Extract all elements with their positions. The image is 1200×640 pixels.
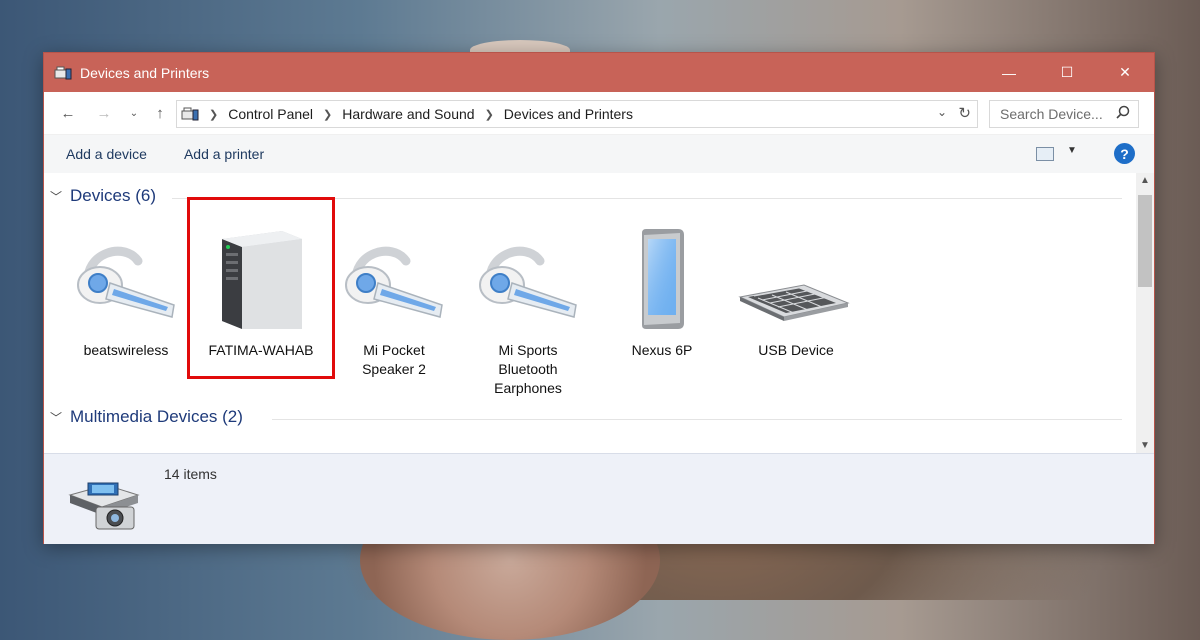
breadcrumb[interactable]: ❯ Control Panel ❯ Hardware and Sound ❯ D… xyxy=(176,100,978,128)
keyboard-icon[interactable] xyxy=(738,281,850,326)
headset-icon[interactable] xyxy=(476,233,580,328)
device-label: beatswireless xyxy=(83,342,169,358)
group-header-devices[interactable]: ﹀ Devices (6) xyxy=(50,186,156,206)
device-label-line3: Earphones xyxy=(494,380,562,396)
device-mi-sports-bluetooth-earphones[interactable]: Mi Sports Bluetooth Earphones xyxy=(468,341,588,398)
highlight-box xyxy=(187,197,335,379)
breadcrumb-separator-icon[interactable]: ❯ xyxy=(323,108,332,121)
search-icon xyxy=(1116,105,1130,122)
device-list-area: ﹀ Devices (6) beatswireless FATIMA-WAHAB… xyxy=(44,173,1136,453)
breadcrumb-control-panel[interactable]: Control Panel xyxy=(228,106,313,122)
maximize-button[interactable]: ☐ xyxy=(1038,53,1096,92)
vertical-scrollbar[interactable]: ▲ ▼ xyxy=(1136,173,1154,453)
command-bar: Add a device Add a printer ▼ ? xyxy=(44,135,1154,173)
phone-icon[interactable] xyxy=(638,227,688,336)
group-divider xyxy=(272,419,1122,420)
device-label-line1: Mi Sports xyxy=(498,342,558,358)
group-title: Multimedia Devices (2) xyxy=(70,407,243,426)
collapse-chevron-icon[interactable]: ﹀ xyxy=(50,188,62,205)
scroll-down-icon[interactable]: ▼ xyxy=(1140,440,1150,451)
add-device-button[interactable]: Add a device xyxy=(66,146,147,162)
change-view-icon[interactable] xyxy=(1036,147,1054,161)
search-placeholder: Search Device... xyxy=(1000,106,1103,122)
forward-arrow-icon[interactable]: → xyxy=(92,101,116,125)
address-bar: ← → ⌄ ↑ ❯ Control Panel ❯ Hardware and S… xyxy=(44,92,1154,135)
device-label: USB Device xyxy=(758,342,834,358)
device-mi-pocket-speaker-2[interactable]: Mi Pocket Speaker 2 xyxy=(334,341,454,379)
device-usb-device[interactable]: USB Device xyxy=(736,341,856,360)
window-title: Devices and Printers xyxy=(80,64,210,81)
control-panel-location-icon xyxy=(181,106,199,122)
device-label-line1: Mi Pocket xyxy=(363,342,425,358)
headset-icon[interactable] xyxy=(342,233,446,328)
item-count: 14 items xyxy=(164,466,217,482)
add-printer-button[interactable]: Add a printer xyxy=(184,146,264,162)
close-button[interactable]: ✕ xyxy=(1096,53,1154,92)
scroll-thumb[interactable] xyxy=(1138,195,1152,287)
up-arrow-icon[interactable]: ↑ xyxy=(148,101,172,125)
device-label-line2: Bluetooth xyxy=(498,361,558,377)
breadcrumb-separator-icon[interactable]: ❯ xyxy=(485,108,494,121)
headset-icon[interactable] xyxy=(74,233,178,328)
back-arrow-icon[interactable]: ← xyxy=(56,101,80,125)
scroll-up-icon[interactable]: ▲ xyxy=(1140,175,1150,186)
search-input[interactable]: Search Device... xyxy=(989,100,1139,128)
breadcrumb-devices-and-printers[interactable]: Devices and Printers xyxy=(504,106,633,122)
address-dropdown-icon[interactable]: ⌄ xyxy=(937,105,947,119)
help-button[interactable]: ? xyxy=(1114,143,1135,164)
refresh-icon[interactable]: ↻ xyxy=(958,104,971,122)
title-bar[interactable]: Devices and Printers — ☐ ✕ xyxy=(44,53,1154,92)
details-pane: 14 items xyxy=(44,453,1154,544)
breadcrumb-hardware-and-sound[interactable]: Hardware and Sound xyxy=(342,106,474,122)
printer-camera-icon xyxy=(66,469,142,536)
window-controls: — ☐ ✕ xyxy=(980,53,1154,92)
device-label: Nexus 6P xyxy=(631,342,693,358)
minimize-button[interactable]: — xyxy=(980,53,1038,92)
group-title: Devices (6) xyxy=(70,186,156,205)
devices-printers-icon xyxy=(54,65,72,81)
device-nexus-6p[interactable]: Nexus 6P xyxy=(602,341,722,360)
device-beatswireless[interactable]: beatswireless xyxy=(66,341,186,360)
device-label-line2: Speaker 2 xyxy=(362,361,426,377)
devices-and-printers-window: Devices and Printers — ☐ ✕ ← → ⌄ ↑ ❯ Con… xyxy=(43,52,1155,544)
breadcrumb-separator-icon[interactable]: ❯ xyxy=(209,108,218,121)
collapse-chevron-icon[interactable]: ﹀ xyxy=(50,409,62,426)
recent-locations-chevron-icon[interactable]: ⌄ xyxy=(122,101,146,125)
group-header-multimedia-devices[interactable]: ﹀ Multimedia Devices (2) xyxy=(50,407,243,427)
view-options-dropdown-icon[interactable]: ▼ xyxy=(1067,145,1077,156)
